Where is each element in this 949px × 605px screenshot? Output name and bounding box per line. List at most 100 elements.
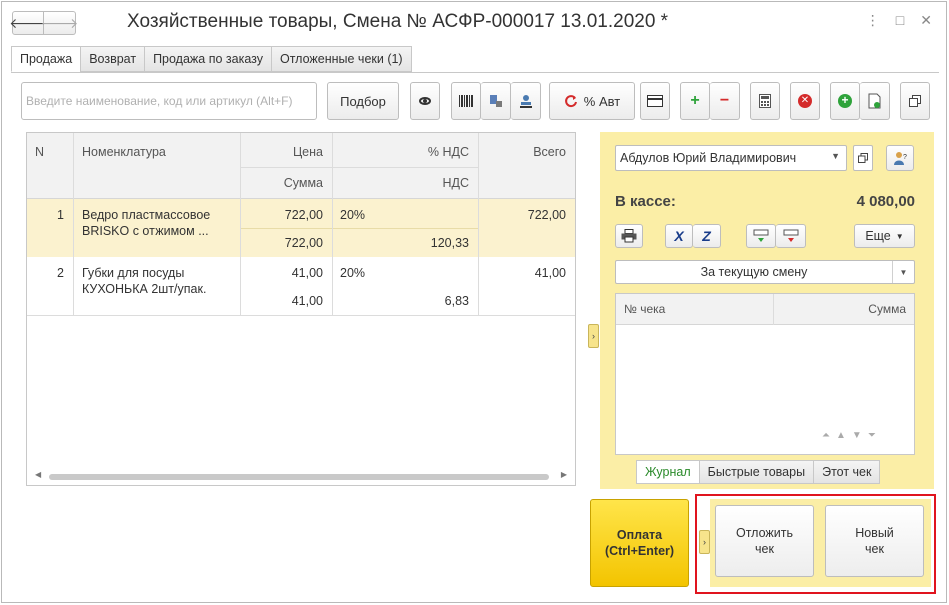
chevron-down-icon[interactable]: ▼	[892, 261, 914, 283]
payment-card-button[interactable]	[640, 82, 670, 120]
window-title: Хозяйственные товары, Смена № АСФР-00001…	[127, 11, 669, 32]
tab-sale-by-order[interactable]: Продажа по заказу	[144, 46, 271, 72]
column-divider	[332, 133, 333, 315]
tab-divider	[11, 72, 939, 73]
row-price: 722,00	[284, 208, 323, 222]
header-receipt-number: № чека	[624, 302, 666, 316]
row-total: 41,00	[534, 266, 566, 280]
print-button[interactable]	[615, 224, 643, 248]
scrollbar-thumb[interactable]	[49, 474, 549, 480]
cash-in-icon	[753, 229, 769, 242]
table-header: N Номенклатура Цена % НДС Всего Сумма НД…	[27, 133, 575, 199]
tab-sale[interactable]: Продажа	[11, 46, 81, 72]
cashier-value: Абдулов Юрий Владимирович	[620, 151, 797, 165]
more-button[interactable]: Еще ▼	[854, 224, 915, 248]
card-icon	[647, 95, 663, 107]
row-name-line1: Ведро пластмассовое	[82, 208, 211, 222]
table-bottom-line	[27, 315, 575, 316]
cash-out-button[interactable]	[776, 224, 806, 248]
horizontal-scrollbar[interactable]: ◀ ▶	[35, 470, 567, 480]
header-total: Всего	[533, 145, 566, 159]
scanner-button[interactable]	[481, 82, 511, 120]
refresh-icon	[564, 95, 577, 108]
scroll-up-icon[interactable]: ▲	[836, 430, 846, 441]
user-button[interactable]: ?	[886, 145, 914, 171]
tab-journal[interactable]: Журнал	[636, 460, 699, 484]
table-row[interactable]: 1 Ведро пластмассовое BRISKO с отжимом .…	[27, 199, 575, 257]
cash-label: В кассе:	[615, 193, 676, 210]
open-window-button[interactable]	[900, 82, 930, 120]
row-total: 722,00	[527, 208, 566, 222]
chevron-down-icon: ▼	[895, 231, 904, 241]
row-divider	[240, 228, 478, 229]
tab-postponed-receipts[interactable]: Отложенные чеки (1)	[270, 46, 412, 72]
new-document-button[interactable]	[860, 82, 890, 120]
back-button[interactable]: 🡐	[9, 11, 47, 35]
z-report-button[interactable]: Z	[693, 224, 721, 248]
cash-out-icon	[783, 229, 798, 242]
add-row-button[interactable]: +	[830, 82, 860, 120]
panel-collapse-arrow[interactable]: ›	[588, 324, 599, 348]
new-document-icon	[868, 93, 880, 109]
row-name-line2: КУХОНЬКА 2шт/упак.	[82, 282, 207, 296]
cashier-select[interactable]: Абдулов Юрий Владимирович ▼	[615, 145, 847, 171]
cash-in-button[interactable]	[746, 224, 776, 248]
row-sum: 41,00	[291, 294, 323, 308]
row-price: 41,00	[291, 266, 323, 280]
scroll-right-icon[interactable]: ▶	[561, 470, 567, 479]
tab-return[interactable]: Возврат	[80, 46, 145, 72]
panel-tabs: Журнал Быстрые товары Этот чек	[636, 460, 881, 484]
barcode-icon	[459, 95, 473, 107]
arrow-right-icon: 🡒	[40, 14, 79, 31]
close-icon[interactable]: ✕	[920, 12, 932, 29]
tab-this-receipt[interactable]: Этот чек	[813, 460, 881, 484]
chevron-down-icon[interactable]: ▼	[831, 151, 840, 161]
barcode-button[interactable]	[451, 82, 481, 120]
period-select[interactable]: За текущую смену ▼	[615, 260, 915, 284]
percent-auto-label: % Авт	[583, 93, 621, 109]
side-panel: Абдулов Юрий Владимирович ▼ ? В кассе: 4…	[600, 132, 934, 489]
row-number: 1	[57, 208, 64, 222]
decrease-quantity-button[interactable]: −	[710, 82, 740, 120]
chevron-right-icon: ›	[592, 331, 595, 341]
scanner-icon	[489, 95, 502, 107]
main-window: 🡐 🡒 Хозяйственные товары, Смена № АСФР-0…	[1, 1, 947, 603]
pay-button[interactable]: Оплата (Ctrl+Enter)	[590, 499, 689, 587]
row-vat-percent: 20%	[340, 266, 366, 280]
main-tabs: Продажа Возврат Продажа по заказу Отложе…	[11, 46, 412, 72]
scroll-top-icon[interactable]: ⏶	[822, 430, 830, 441]
receipt-items-table[interactable]: N Номенклатура Цена % НДС Всего Сумма НД…	[26, 132, 576, 486]
header-divider	[240, 167, 478, 168]
delete-row-button[interactable]: ✕	[790, 82, 820, 120]
row-vat: 6,83	[444, 294, 469, 308]
eye-icon	[419, 97, 431, 105]
svg-text:?: ?	[903, 154, 907, 161]
calculator-icon	[759, 94, 771, 108]
x-report-button[interactable]: X	[665, 224, 693, 248]
table-row[interactable]: 2 Губки для посуды КУХОНЬКА 2шт/упак. 41…	[27, 257, 575, 315]
view-button[interactable]	[410, 82, 440, 120]
open-cashier-button[interactable]	[853, 145, 873, 171]
calculator-button[interactable]	[750, 82, 780, 120]
pay-label: Оплата	[616, 528, 663, 542]
increase-quantity-button[interactable]: +	[680, 82, 710, 120]
list-navigation: ⏶ ▲ ▼ ⏷	[822, 430, 876, 441]
more-actions-icon[interactable]: ⋮	[866, 12, 880, 29]
percent-auto-button[interactable]: % Авт	[549, 82, 635, 120]
stamp-button[interactable]	[511, 82, 541, 120]
receipts-list[interactable]: № чека Сумма ⏶ ▲ ▼ ⏷	[615, 293, 915, 455]
podbor-button[interactable]: Подбор	[327, 82, 399, 120]
navigation-buttons: 🡐 🡒	[9, 11, 79, 35]
tab-quick-goods[interactable]: Быстрые товары	[698, 460, 814, 484]
scroll-bottom-icon[interactable]: ⏷	[868, 430, 876, 441]
scroll-left-icon[interactable]: ◀	[35, 470, 41, 479]
scroll-down-icon[interactable]: ▼	[852, 430, 862, 441]
maximize-icon[interactable]: □	[896, 12, 904, 29]
header-receipt-sum: Сумма	[868, 302, 906, 316]
row-name-line2: BRISKO с отжимом ...	[82, 224, 209, 238]
forward-button[interactable]: 🡒	[40, 11, 79, 35]
cash-value: 4 080,00	[856, 193, 915, 210]
header-n: N	[35, 145, 45, 159]
search-input[interactable]: Введите наименование, код или артикул (A…	[21, 82, 317, 120]
header-name: Номенклатура	[82, 145, 166, 159]
